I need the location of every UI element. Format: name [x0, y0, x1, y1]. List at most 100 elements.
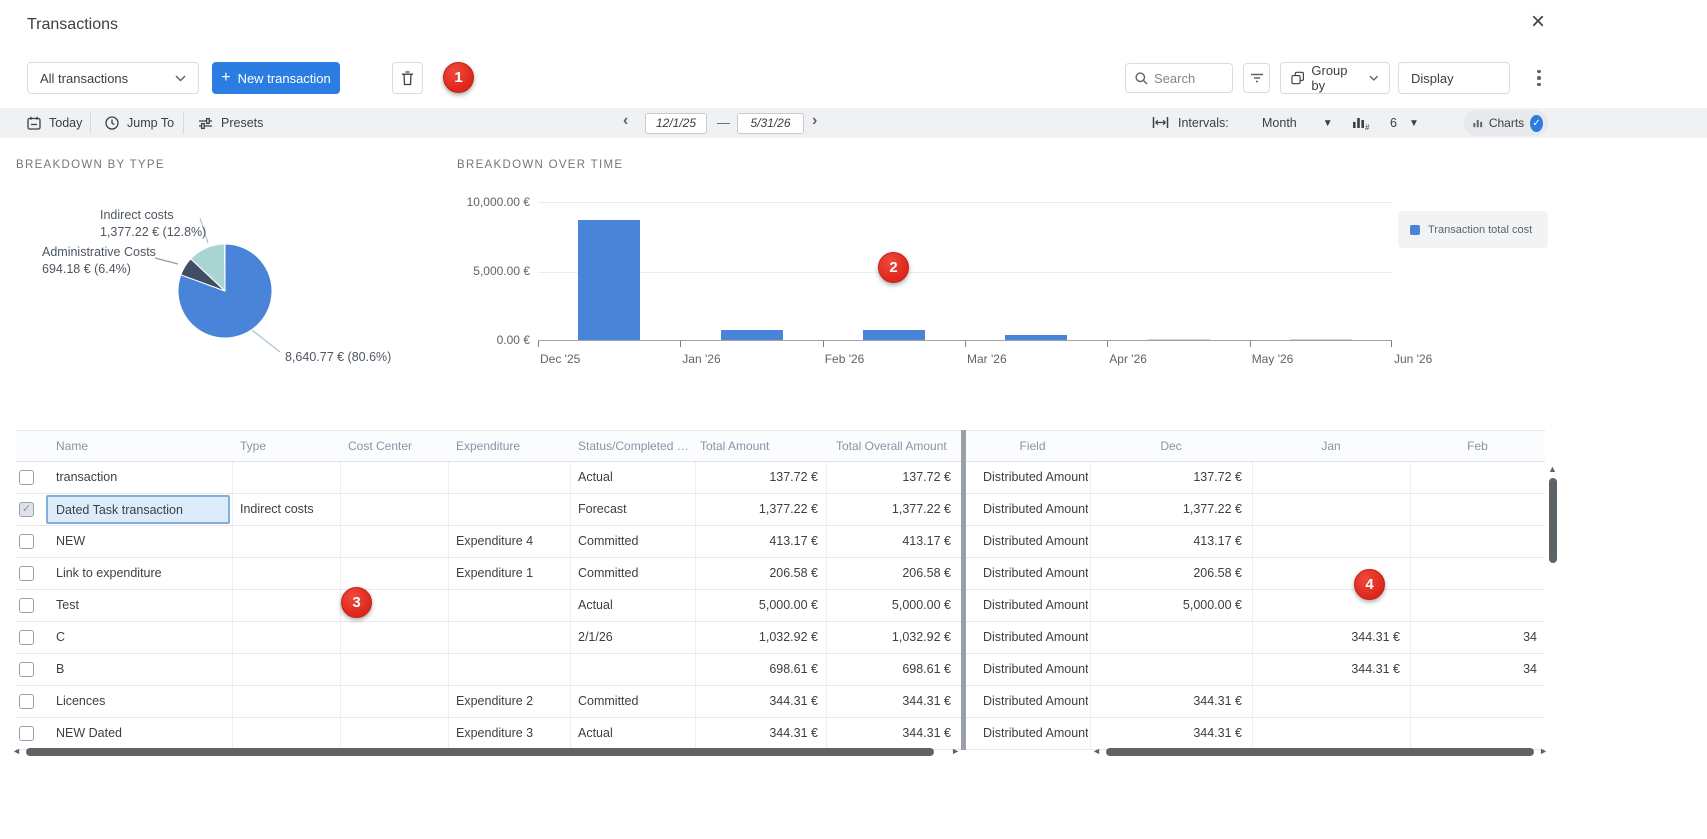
cell-status[interactable]: Forecast [570, 494, 693, 525]
cell-type[interactable] [232, 526, 338, 557]
cell-field[interactable]: Distributed Amount [975, 654, 1088, 685]
table-row[interactable]: B 698.61 €698.61 € Distributed Amount 344.3… [16, 654, 1545, 686]
row-checkbox[interactable] [19, 726, 34, 741]
table-row[interactable]: ✓ Dated Task transactionIndirect costs For… [16, 494, 1545, 526]
cell-field[interactable]: Distributed Amount [975, 526, 1088, 557]
interval-unit-select[interactable]: Month ▼ [1248, 108, 1347, 138]
search-box[interactable] [1125, 63, 1233, 93]
cell-field[interactable]: Distributed Amount [975, 622, 1088, 653]
cell-total_amount[interactable]: 1,032.92 € [695, 622, 826, 653]
cell-dec[interactable] [1090, 654, 1250, 685]
filter-button[interactable] [1243, 63, 1270, 93]
cell-total_overall[interactable]: 698.61 € [826, 654, 959, 685]
transaction-scope-select[interactable]: All transactions [27, 62, 199, 94]
display-button[interactable]: Display [1398, 62, 1510, 94]
today-button[interactable]: Today [13, 108, 96, 138]
group-by-button[interactable]: Group by [1280, 62, 1390, 94]
scroll-left-icon[interactable]: ◄ [1092, 746, 1101, 756]
cell-total_overall[interactable]: 206.58 € [826, 558, 959, 589]
cell-field[interactable]: Distributed Amount [975, 462, 1088, 493]
bar-feb26[interactable] [863, 330, 925, 340]
right-horizontal-scrollbar[interactable]: ◄ ► [1090, 745, 1550, 758]
cell-status[interactable]: 2/1/26 [570, 622, 693, 653]
cell-jan[interactable]: 344.31 € [1252, 654, 1408, 685]
cell-dec[interactable] [1090, 622, 1250, 653]
cell-feb[interactable]: 34 [1410, 654, 1545, 685]
cell-status[interactable]: Committed [570, 526, 693, 557]
cell-type[interactable]: Indirect costs [232, 494, 338, 525]
cell-total_amount[interactable]: 698.61 € [695, 654, 826, 685]
cell-expenditure[interactable]: Expenditure 4 [448, 526, 568, 557]
cell-field[interactable]: Distributed Amount [975, 558, 1088, 589]
range-end-input[interactable] [737, 113, 804, 134]
cell-jan[interactable] [1252, 590, 1408, 621]
cell-cost_center[interactable] [340, 622, 446, 653]
cell-dec[interactable]: 344.31 € [1090, 686, 1250, 717]
row-checkbox[interactable] [19, 534, 34, 549]
more-options-kebab-icon[interactable] [1532, 66, 1546, 90]
bar-jan26[interactable] [721, 330, 783, 340]
interval-count-select[interactable]: 6 ▼ [1376, 108, 1433, 138]
row-checkbox[interactable]: ✓ [19, 502, 34, 517]
header-cost-center[interactable]: Cost Center [348, 439, 443, 453]
row-checkbox[interactable] [19, 470, 34, 485]
cell-type[interactable] [232, 622, 338, 653]
header-expenditure[interactable]: Expenditure [456, 439, 566, 453]
bar-apr26[interactable] [1148, 339, 1210, 341]
cell-total_overall[interactable]: 1,377.22 € [826, 494, 959, 525]
cell-feb[interactable] [1410, 462, 1545, 493]
header-type[interactable]: Type [240, 439, 335, 453]
cell-name[interactable]: B [48, 654, 230, 685]
cell-name[interactable]: Dated Task transaction [46, 495, 230, 524]
scrollbar-thumb[interactable] [1106, 748, 1534, 756]
cell-feb[interactable] [1410, 526, 1545, 557]
presets-button[interactable]: Presets [184, 108, 277, 138]
jump-to-button[interactable]: Jump To [91, 108, 188, 138]
cell-cost_center[interactable] [340, 654, 446, 685]
cell-cost_center[interactable] [340, 494, 446, 525]
prev-period-icon[interactable]: ‹ [623, 112, 628, 130]
cell-jan[interactable] [1252, 462, 1408, 493]
cell-name[interactable]: Licences [48, 686, 230, 717]
cell-total_overall[interactable]: 344.31 € [826, 686, 959, 717]
cell-total_amount[interactable]: 5,000.00 € [695, 590, 826, 621]
cell-dec[interactable]: 206.58 € [1090, 558, 1250, 589]
row-checkbox[interactable] [19, 630, 34, 645]
header-total-overall-amount[interactable]: Total Overall Amount [836, 439, 966, 453]
cell-cost_center[interactable] [340, 686, 446, 717]
cell-dec[interactable]: 5,000.00 € [1090, 590, 1250, 621]
cell-type[interactable] [232, 590, 338, 621]
cell-expenditure[interactable] [448, 494, 568, 525]
cell-name[interactable]: NEW [48, 526, 230, 557]
header-status[interactable]: Status/Completed Da... [578, 439, 693, 453]
cell-status[interactable] [570, 654, 693, 685]
cell-status[interactable]: Committed [570, 686, 693, 717]
cell-status[interactable]: Committed [570, 558, 693, 589]
new-transaction-button[interactable]: + New transaction [212, 62, 340, 94]
bar-mar26[interactable] [1005, 335, 1067, 340]
cell-jan[interactable] [1252, 494, 1408, 525]
cell-total_amount[interactable]: 1,377.22 € [695, 494, 826, 525]
vertical-scrollbar[interactable]: ▲ [1546, 464, 1559, 756]
scrollbar-thumb[interactable] [1549, 478, 1557, 563]
cell-jan[interactable] [1252, 526, 1408, 557]
cell-dec[interactable]: 413.17 € [1090, 526, 1250, 557]
header-dec[interactable]: Dec [1090, 439, 1252, 453]
cell-type[interactable] [232, 558, 338, 589]
cell-type[interactable] [232, 654, 338, 685]
cell-total_amount[interactable]: 413.17 € [695, 526, 826, 557]
cell-total_overall[interactable]: 1,032.92 € [826, 622, 959, 653]
cell-total_overall[interactable]: 413.17 € [826, 526, 959, 557]
cell-expenditure[interactable] [448, 462, 568, 493]
table-row[interactable]: Link to expenditureExpenditure 1Committe… [16, 558, 1545, 590]
cell-total_amount[interactable]: 206.58 € [695, 558, 826, 589]
row-checkbox[interactable] [19, 662, 34, 677]
cell-expenditure[interactable]: Expenditure 2 [448, 686, 568, 717]
row-checkbox[interactable] [19, 598, 34, 613]
next-period-icon[interactable]: › [812, 112, 817, 130]
cell-total_overall[interactable]: 137.72 € [826, 462, 959, 493]
bar-may26[interactable] [1290, 339, 1352, 341]
header-name[interactable]: Name [56, 439, 226, 453]
scroll-up-icon[interactable]: ▲ [1548, 464, 1557, 474]
header-total-amount[interactable]: Total Amount [700, 439, 810, 453]
